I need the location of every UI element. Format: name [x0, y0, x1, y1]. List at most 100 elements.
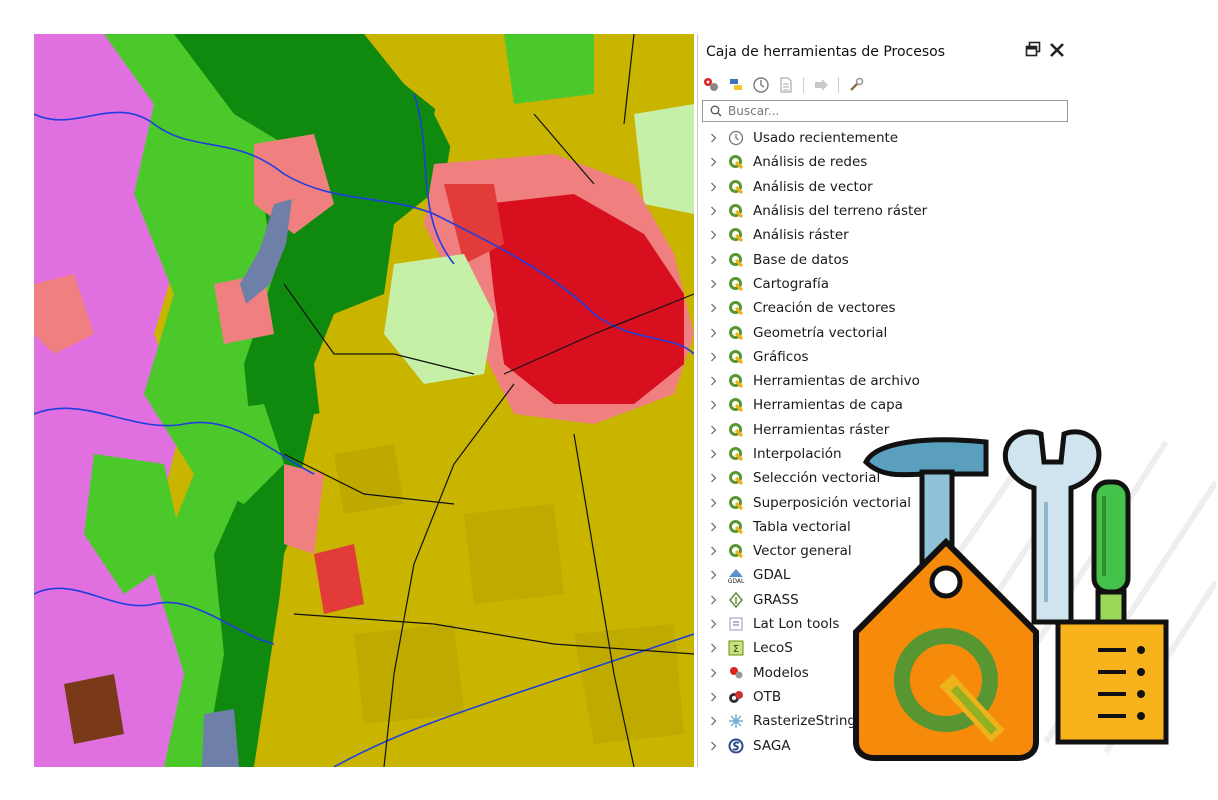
- tree-group-label: Geometría vectorial: [753, 324, 888, 341]
- tree-group-label: SAGA: [753, 737, 791, 754]
- tree-group-item[interactable]: Herramientas de capa: [698, 393, 1068, 417]
- chevron-right-icon[interactable]: [708, 328, 719, 338]
- tree-group-label: Creación de vectores: [753, 300, 896, 317]
- float-window-icon[interactable]: [1024, 41, 1042, 62]
- chevron-right-icon[interactable]: [708, 279, 719, 289]
- chevron-right-icon[interactable]: [708, 157, 719, 167]
- chevron-right-icon[interactable]: [708, 473, 719, 483]
- chevron-right-icon[interactable]: [708, 133, 719, 143]
- chevron-right-icon[interactable]: [708, 498, 719, 508]
- chevron-right-icon[interactable]: [708, 741, 719, 751]
- qgis-icon: [727, 153, 745, 171]
- options-wrench-icon[interactable]: [847, 76, 865, 94]
- tree-group-label: Lat Lon tools: [753, 616, 840, 633]
- chevron-right-icon[interactable]: [708, 619, 719, 629]
- chevron-right-icon[interactable]: [708, 449, 719, 459]
- qgis-icon: [727, 372, 745, 390]
- tree-group-label: GRASS: [753, 591, 799, 608]
- tree-group-item[interactable]: Análisis de vector: [698, 175, 1068, 199]
- models-icon[interactable]: [702, 76, 720, 94]
- tree-group-item[interactable]: Herramientas de archivo: [698, 369, 1068, 393]
- gdal-icon: GDAL: [727, 566, 745, 584]
- tree-group-label: OTB: [753, 688, 782, 705]
- tree-group-item[interactable]: Geometría vectorial: [698, 320, 1068, 344]
- tree-group-label: Interpolación: [753, 446, 842, 462]
- latlon-icon: [727, 615, 745, 633]
- chevron-right-icon[interactable]: [708, 595, 719, 605]
- chevron-right-icon[interactable]: [708, 255, 719, 265]
- chevron-right-icon[interactable]: [708, 546, 719, 556]
- tree-group-item[interactable]: Creación de vectores: [698, 296, 1068, 320]
- toolbar-separator: [803, 77, 804, 93]
- chevron-right-icon[interactable]: [708, 206, 719, 216]
- search-input[interactable]: [728, 104, 1058, 118]
- tree-group-item[interactable]: Análisis ráster: [698, 223, 1068, 247]
- qgis-toolbox-logo: [836, 422, 1218, 782]
- chevron-right-icon[interactable]: [708, 182, 719, 192]
- land-cover-raster: [34, 34, 694, 767]
- qgis-icon: [727, 275, 745, 293]
- svg-text:Σ: Σ: [733, 644, 739, 655]
- tree-group-label: Herramientas de capa: [753, 397, 903, 414]
- chevron-right-icon[interactable]: [708, 522, 719, 532]
- rasterize-icon: [727, 712, 745, 730]
- qgis-icon: [727, 445, 745, 463]
- search-icon: [710, 105, 722, 117]
- qgis-icon: [727, 518, 745, 536]
- qgis-icon: [727, 348, 745, 366]
- qgis-icon: [727, 494, 745, 512]
- chevron-right-icon[interactable]: [708, 570, 719, 580]
- tree-group-label: Análisis del terreno ráster: [753, 203, 928, 220]
- qgis-icon: [727, 396, 745, 414]
- qgis-icon: [727, 226, 745, 244]
- chevron-right-icon[interactable]: [708, 643, 719, 653]
- chevron-right-icon[interactable]: [708, 376, 719, 386]
- qgis-icon: [727, 324, 745, 342]
- chevron-right-icon[interactable]: [708, 352, 719, 362]
- panel-title-controls: [1024, 38, 1066, 64]
- qgis-icon: [727, 421, 745, 439]
- chevron-right-icon[interactable]: [708, 303, 719, 313]
- qgis-icon: [727, 542, 745, 560]
- chevron-right-icon[interactable]: [708, 692, 719, 702]
- chevron-right-icon[interactable]: [708, 668, 719, 678]
- grass-icon: [727, 591, 745, 609]
- panel-title: Caja de herramientas de Procesos: [706, 44, 946, 60]
- tree-group-label: LecoS: [753, 640, 793, 657]
- chevron-right-icon[interactable]: [708, 425, 719, 435]
- saga-icon: [727, 737, 745, 755]
- tree-group-item[interactable]: Base de datos: [698, 247, 1068, 271]
- results-viewer-icon[interactable]: [777, 76, 795, 94]
- models-icon: [727, 664, 745, 682]
- tree-group-item[interactable]: Análisis de redes: [698, 150, 1068, 174]
- svg-text:GDAL: GDAL: [728, 578, 745, 584]
- tree-group-label: Herramientas de archivo: [753, 373, 920, 390]
- tree-group-label: Análisis de vector: [753, 178, 873, 195]
- qgis-icon: [727, 299, 745, 317]
- qgis-icon: [727, 251, 745, 269]
- python-scripts-icon[interactable]: [727, 76, 745, 94]
- tree-group-label: GDAL: [753, 567, 791, 584]
- map-canvas[interactable]: [34, 34, 694, 767]
- tree-group-label: Análisis de redes: [753, 154, 868, 171]
- edit-features-in-place-icon[interactable]: [812, 76, 830, 94]
- tree-group-label: Análisis ráster: [753, 227, 849, 244]
- chevron-right-icon[interactable]: [708, 400, 719, 410]
- tree-group-label: Cartografía: [753, 275, 829, 292]
- history-icon[interactable]: [752, 76, 770, 94]
- tree-group-item[interactable]: Cartografía: [698, 272, 1068, 296]
- tree-group-item[interactable]: Análisis del terreno ráster: [698, 199, 1068, 223]
- chevron-right-icon[interactable]: [708, 716, 719, 726]
- chevron-right-icon[interactable]: [708, 230, 719, 240]
- clock-icon: [727, 129, 745, 147]
- search-box: [702, 100, 1068, 122]
- tree-group-label: Gráficos: [753, 348, 809, 365]
- tree-group-item[interactable]: Usado recientemente: [698, 126, 1068, 150]
- toolbox-toolbar: [702, 73, 865, 97]
- tree-group-label: Usado recientemente: [753, 130, 899, 147]
- toolbar-separator: [838, 77, 839, 93]
- otb-icon: [727, 688, 745, 706]
- close-icon[interactable]: [1048, 41, 1066, 61]
- tree-group-item[interactable]: Gráficos: [698, 345, 1068, 369]
- tree-group-label: Base de datos: [753, 251, 849, 268]
